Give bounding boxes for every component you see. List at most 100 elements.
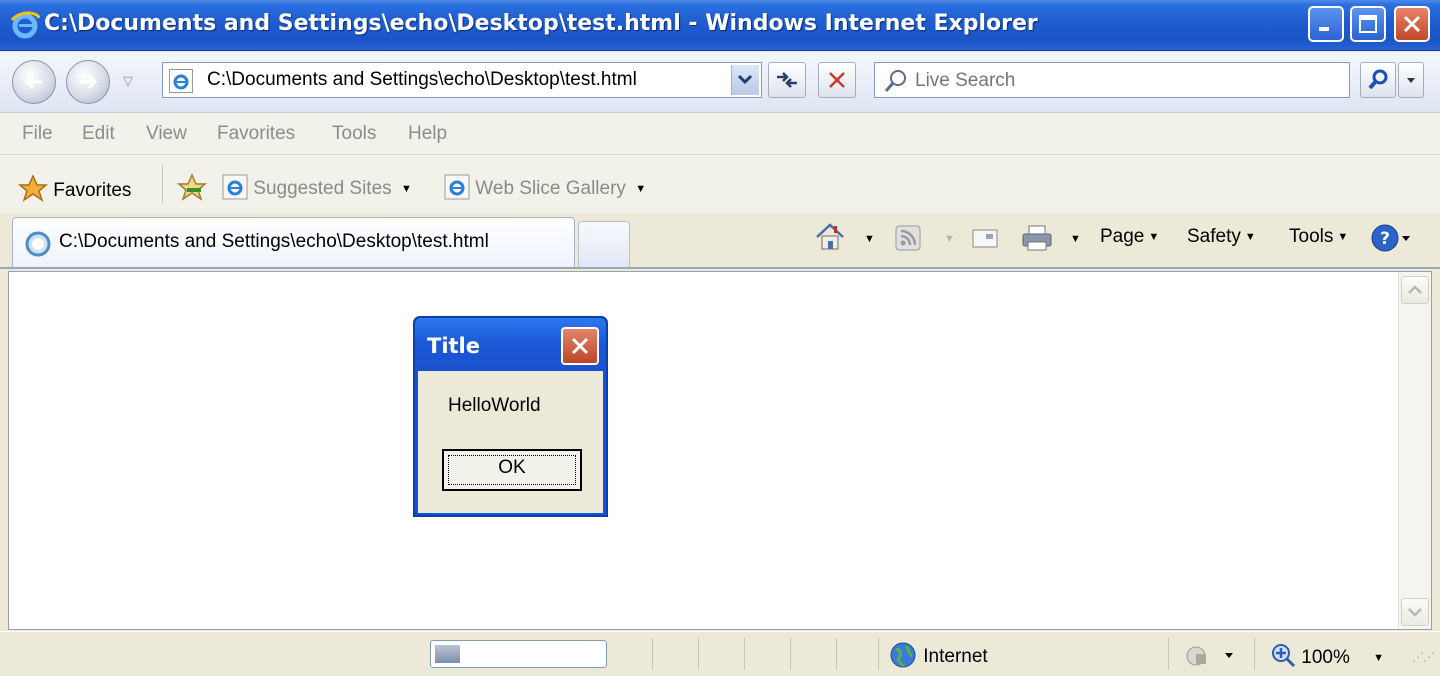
menu-help[interactable]: Help (408, 123, 447, 145)
mail-icon (972, 229, 998, 248)
add-to-favorites-bar-button[interactable] (176, 172, 208, 208)
status-divider (790, 638, 791, 670)
favorites-divider (162, 165, 163, 203)
chevron-down-icon: ▼ (1337, 231, 1349, 243)
web-slice-gallery-link[interactable]: Web Slice Gallery ▼ (444, 174, 646, 200)
favorites-button[interactable]: Favorites (17, 174, 131, 202)
lock-settings-icon (1186, 646, 1233, 666)
tab-current-page[interactable]: C:\Documents and Settings\echo\Desktop\t… (12, 217, 575, 267)
status-divider (1168, 638, 1169, 670)
forward-arrow-icon (80, 74, 98, 90)
status-divider (1254, 638, 1255, 670)
dialog-ok-button[interactable]: OK (442, 449, 582, 491)
svg-text:?: ? (1380, 229, 1390, 249)
title-bar[interactable]: C:\Documents and Settings\echo\Desktop\t… (0, 0, 1440, 51)
chevron-down-icon: ▼ (864, 233, 875, 245)
maximize-button[interactable] (1350, 6, 1386, 42)
refresh-button[interactable] (768, 62, 806, 98)
favorites-star-icon (17, 174, 49, 202)
page-ie-icon (169, 69, 193, 93)
status-divider (836, 638, 837, 670)
page-menu[interactable]: Page ▼ (1100, 226, 1159, 248)
dialog-close-button[interactable] (561, 327, 599, 365)
vertical-scrollbar[interactable] (1398, 272, 1431, 629)
zoom-level[interactable]: 100% ▼ (1270, 642, 1384, 669)
status-divider (744, 638, 745, 670)
chevron-down-icon: ▼ (1373, 652, 1385, 664)
alert-dialog: Title HelloWorld OK (413, 316, 608, 517)
read-mail-button[interactable] (970, 225, 1000, 257)
page-content[interactable] (8, 271, 1432, 630)
address-dropdown-button[interactable] (731, 65, 759, 95)
scroll-down-button[interactable] (1401, 598, 1429, 626)
new-tab-button[interactable] (578, 221, 630, 267)
dialog-message: HelloWorld (448, 395, 541, 416)
suggested-sites-link[interactable]: Suggested Sites ▼ (222, 174, 412, 200)
help-button[interactable]: ? (1370, 222, 1412, 260)
print-dropdown[interactable]: ▼ (1066, 228, 1081, 250)
window-title: C:\Documents and Settings\echo\Desktop\t… (44, 11, 1038, 36)
recent-pages-dropdown-icon[interactable]: ▽ (123, 74, 133, 89)
feeds-dropdown[interactable]: ▼ (940, 228, 955, 250)
globe-icon (890, 642, 916, 668)
chevron-down-icon: ▼ (944, 233, 955, 245)
menu-tools[interactable]: Tools (332, 123, 376, 145)
feeds-button[interactable] (895, 225, 921, 257)
minimize-icon (1319, 27, 1329, 31)
address-bar[interactable]: C:\Documents and Settings\echo\Desktop\t… (162, 62, 762, 98)
chevron-down-icon: ▼ (1148, 231, 1160, 243)
safety-menu[interactable]: Safety ▼ (1187, 226, 1256, 248)
search-input[interactable] (913, 67, 1337, 95)
status-divider (698, 638, 699, 670)
stop-icon (829, 72, 845, 88)
printer-icon (1022, 225, 1052, 251)
ie-window: C:\Documents and Settings\echo\Desktop\t… (0, 0, 1440, 676)
status-divider (652, 638, 653, 670)
dialog-title-bar[interactable]: Title (415, 318, 606, 370)
search-options-button[interactable] (1398, 62, 1424, 98)
ie-page-icon (444, 174, 470, 200)
menu-view[interactable]: View (146, 123, 187, 145)
protected-mode-button[interactable] (1182, 642, 1238, 674)
search-button[interactable] (1360, 62, 1396, 98)
add-favorite-icon (176, 173, 208, 201)
chevron-down-icon: ▼ (400, 183, 412, 195)
resize-grip-icon[interactable]: ⋰⋰ (1412, 650, 1435, 664)
tools-menu-label: Tools (1289, 226, 1334, 247)
address-url[interactable]: C:\Documents and Settings\echo\Desktop\t… (207, 69, 637, 91)
help-icon: ? (1371, 224, 1410, 252)
home-dropdown[interactable]: ▼ (860, 228, 875, 250)
close-button[interactable] (1394, 6, 1430, 42)
rss-feed-icon (895, 225, 921, 251)
back-arrow-icon (24, 74, 42, 90)
tools-menu[interactable]: Tools ▼ (1289, 226, 1348, 248)
search-box[interactable] (874, 62, 1350, 98)
forward-button[interactable] (66, 60, 110, 104)
suggested-sites-label: Suggested Sites (253, 178, 392, 199)
scroll-up-button[interactable] (1401, 276, 1429, 304)
minimize-button[interactable] (1308, 6, 1344, 42)
close-icon (1403, 15, 1421, 33)
menu-favorites[interactable]: Favorites (217, 123, 295, 145)
back-button[interactable] (12, 60, 56, 104)
progress-bar (430, 640, 607, 668)
menu-file[interactable]: File (22, 123, 53, 145)
search-icon (884, 70, 906, 92)
tab-title: C:\Documents and Settings\echo\Desktop\t… (59, 231, 489, 252)
progress-fill (435, 645, 460, 663)
menu-edit[interactable]: Edit (82, 123, 115, 145)
menu-bar: File Edit View Favorites Tools Help (0, 113, 1440, 155)
security-zone[interactable]: Internet (888, 640, 988, 670)
chevron-down-icon (1408, 608, 1422, 617)
status-bar: Internet 100% ▼ ⋰⋰ (0, 631, 1440, 676)
ok-label: OK (498, 457, 526, 478)
chevron-down-icon: ▼ (1070, 233, 1081, 245)
print-button[interactable] (1020, 223, 1054, 259)
stop-button[interactable] (818, 62, 856, 98)
tab-row: C:\Documents and Settings\echo\Desktop\t… (0, 213, 1440, 269)
home-icon (816, 223, 844, 250)
chevron-down-icon: ▼ (635, 183, 647, 195)
loading-icon (25, 231, 51, 257)
web-slice-gallery-label: Web Slice Gallery (475, 178, 626, 199)
home-button[interactable] (814, 221, 846, 259)
